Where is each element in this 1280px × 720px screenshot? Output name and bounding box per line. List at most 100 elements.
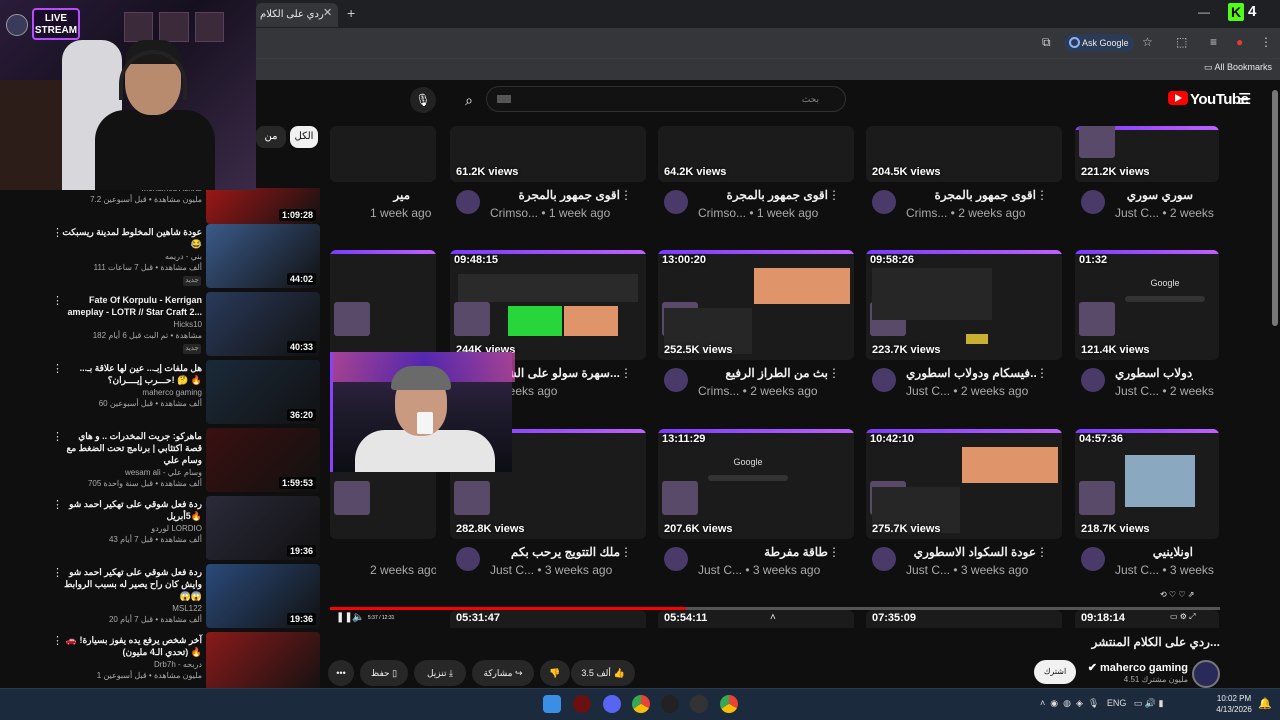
chrome-icon-2[interactable]	[720, 695, 738, 713]
video-progress-bar[interactable]	[330, 607, 1220, 610]
like-button[interactable]: 3.5 ألف 👍	[571, 660, 635, 686]
download-button[interactable]: تنزيل ⤓	[414, 660, 466, 686]
more-options-icon[interactable]: ⋮	[828, 545, 840, 559]
video-thumbnail[interactable]: 13:00:20 252.5K views	[658, 250, 854, 360]
video-thumbnail[interactable]	[330, 250, 436, 360]
more-options-icon[interactable]: ⋮	[52, 294, 63, 307]
video-thumbnail[interactable]: 09:58:26 223.7K views	[866, 250, 1062, 360]
share-button[interactable]: مشاركة ↪	[472, 660, 534, 686]
extensions-icon[interactable]: ⬚	[1176, 35, 1187, 49]
video-channel[interactable]: Crims...	[698, 384, 739, 398]
related-title[interactable]: ماهركو: جريت المخدرات .. و هاي قصة اكتئا…	[60, 430, 202, 466]
video-thumbnail[interactable]: 64.2K views	[658, 126, 854, 182]
video-channel[interactable]: Just C...	[906, 384, 950, 398]
taskbar-clock[interactable]: 10:02 PM 4/13/2026	[1212, 693, 1256, 715]
minimize-icon[interactable]: —	[1198, 5, 1210, 19]
channel-avatar[interactable]	[1081, 368, 1105, 392]
video-channel[interactable]: Just C...	[490, 563, 534, 577]
video-thumbnail[interactable]: Google 13:11:29 207.6K views	[658, 429, 854, 539]
app-icon-1[interactable]	[573, 695, 591, 713]
related-title[interactable]: عودة شاهين المخلوط لمدينة ريسبكت 😂	[60, 226, 202, 250]
video-title[interactable]: اقوى جمهور بالمجرة	[906, 188, 1036, 202]
more-options-icon[interactable]: ⋮	[52, 634, 63, 647]
related-title[interactable]: ردة فعل شوقي على تهكير احمد شو وايش كان …	[60, 566, 202, 602]
video-channel[interactable]: Crims...	[906, 206, 947, 220]
related-channel[interactable]: Drb7h - دربحه	[60, 660, 202, 669]
search-icon[interactable]: ⌕	[456, 87, 482, 113]
video-title[interactable]: مير	[370, 188, 410, 202]
mini-controls-icon[interactable]: ⟲ ♡ ♡ ⇗	[1160, 590, 1194, 599]
windows-start-icon[interactable]	[543, 695, 561, 713]
app-icon-2[interactable]	[661, 695, 679, 713]
related-title[interactable]: Fate Of Korpulu - Kerrigan ameplay - LOT…	[60, 294, 202, 318]
related-title[interactable]: ردة فعل شوقي على تهكير احمد شو 5أبريل🔥	[60, 498, 202, 522]
related-video[interactable]: 1:59:53 ماهركو: جريت المخدرات .. و هاي قص…	[0, 428, 322, 496]
more-options-icon[interactable]: ⋮	[1036, 545, 1048, 559]
more-actions-icon[interactable]: •••	[328, 660, 354, 686]
video-channel[interactable]: Just C...	[698, 563, 742, 577]
more-options-icon[interactable]: ⋮	[52, 362, 63, 375]
voice-search-icon[interactable]: 🎙	[410, 87, 436, 113]
save-button[interactable]: حفظ ▯	[360, 660, 408, 686]
related-title[interactable]: آخر شخص يرفع يده يفوز بسيارة! 🚗 🔥 (تحدي …	[60, 634, 202, 658]
related-channel[interactable]: maherco gaming	[60, 388, 202, 397]
channel-avatar[interactable]	[664, 190, 688, 214]
channel-avatar[interactable]	[872, 547, 896, 571]
video-thumbnail[interactable]: 221.2K views	[1075, 126, 1219, 182]
related-thumbnail[interactable]: 36:20	[206, 360, 320, 424]
profile-icon[interactable]: ●	[1236, 35, 1243, 49]
video-title[interactable]: اقوى جمهور بالمجرة	[490, 188, 620, 202]
channel-avatar[interactable]	[872, 368, 896, 392]
video-title[interactable]: بث من الطراز الرفيع	[698, 366, 828, 380]
cast-icon[interactable]: ⧉	[1042, 35, 1051, 50]
video-channel[interactable]: Just C...	[1115, 206, 1159, 220]
related-video[interactable]: آخر شخص يرفع يده يفوز بسيارة! 🚗 🔥 (تحدي …	[0, 632, 322, 688]
related-thumbnail[interactable]: 19:36	[206, 496, 320, 560]
more-options-icon[interactable]: ⋮	[620, 366, 632, 380]
related-video[interactable]: 19:36 ردة فعل شوقي على تهكير احمد شو وايش…	[0, 564, 322, 632]
chrome-menu-icon[interactable]: ⋮	[1260, 35, 1272, 49]
video-channel[interactable]: Just C...	[1115, 563, 1159, 577]
more-options-icon[interactable]: ⋮	[1036, 366, 1048, 380]
related-video[interactable]: 44:02 عودة شاهين المخلوط لمدينة ريسبكت 😂 ⋮…	[0, 224, 322, 292]
video-thumbnail[interactable]: 204.5K views	[866, 126, 1062, 182]
video-title[interactable]: اقوى جمهور بالمجرة	[698, 188, 828, 202]
video-title[interactable]: ملك التتويج يرحب بكم	[490, 545, 620, 559]
channel-avatar[interactable]	[1192, 660, 1220, 688]
video-channel[interactable]: Just C...	[906, 563, 950, 577]
related-channel[interactable]: Hicks10	[60, 320, 202, 329]
volume-icon[interactable]: 🔈	[352, 612, 364, 623]
video-thumbnail[interactable]: 61.2K views	[450, 126, 646, 182]
menu-icon[interactable]: ☰	[1238, 90, 1251, 108]
video-title[interactable]: سوري سوري	[1115, 188, 1193, 202]
video-title[interactable]: فيسكام ودولاب اسطوري...	[906, 366, 1036, 380]
channel-avatar[interactable]	[664, 547, 688, 571]
keyboard-icon[interactable]	[497, 95, 511, 103]
related-video[interactable]: 19:36 ردة فعل شوقي على تهكير احمد شو 5أبر…	[0, 496, 322, 564]
chip-all[interactable]: الكل	[290, 126, 318, 148]
all-bookmarks-button[interactable]: ▭ All Bookmarks	[1204, 62, 1272, 73]
channel-avatar[interactable]	[664, 368, 688, 392]
more-options-icon[interactable]: ⋮	[52, 226, 63, 239]
video-thumbnail[interactable]: 04:57:36 218.7K views	[1075, 429, 1219, 539]
channel-avatar[interactable]	[1081, 547, 1105, 571]
related-channel[interactable]: MSL122	[60, 604, 202, 613]
related-thumbnail[interactable]: 40:33	[206, 292, 320, 356]
pause-icon[interactable]: ❚❚	[336, 612, 353, 623]
chip-from-channel[interactable]: من	[256, 126, 286, 148]
related-thumbnail[interactable]: 19:36	[206, 564, 320, 628]
more-options-icon[interactable]: ⋮	[620, 545, 632, 559]
chrome-icon[interactable]	[632, 695, 650, 713]
chevron-up-icon[interactable]: ˄	[770, 612, 776, 623]
related-thumbnail[interactable]: 44:02	[206, 224, 320, 288]
related-video[interactable]: 36:20 هل ملفات إبـ... عين لها علاقة بـ...…	[0, 360, 322, 428]
related-channel[interactable]: بني - دريمه	[60, 252, 202, 261]
related-video[interactable]: 40:33 Fate Of Korpulu - Kerrigan ameplay …	[0, 292, 322, 360]
more-options-icon[interactable]: ⋮	[620, 188, 632, 202]
system-tray[interactable]: ˄ ◉ ◍ ◈ 🎙 ENG ▭ 🔊 ▮	[1040, 698, 1164, 709]
channel-name[interactable]: ✔ maherco gaming	[1080, 661, 1188, 674]
related-thumbnail[interactable]: 1:09:28	[206, 188, 320, 224]
channel-avatar[interactable]	[872, 190, 896, 214]
related-title[interactable]: هل ملفات إبـ... عين لها علاقة بـ... حـــ…	[60, 362, 202, 386]
player-settings-icon[interactable]: ▭ ⚙ ⤢	[1170, 612, 1196, 622]
